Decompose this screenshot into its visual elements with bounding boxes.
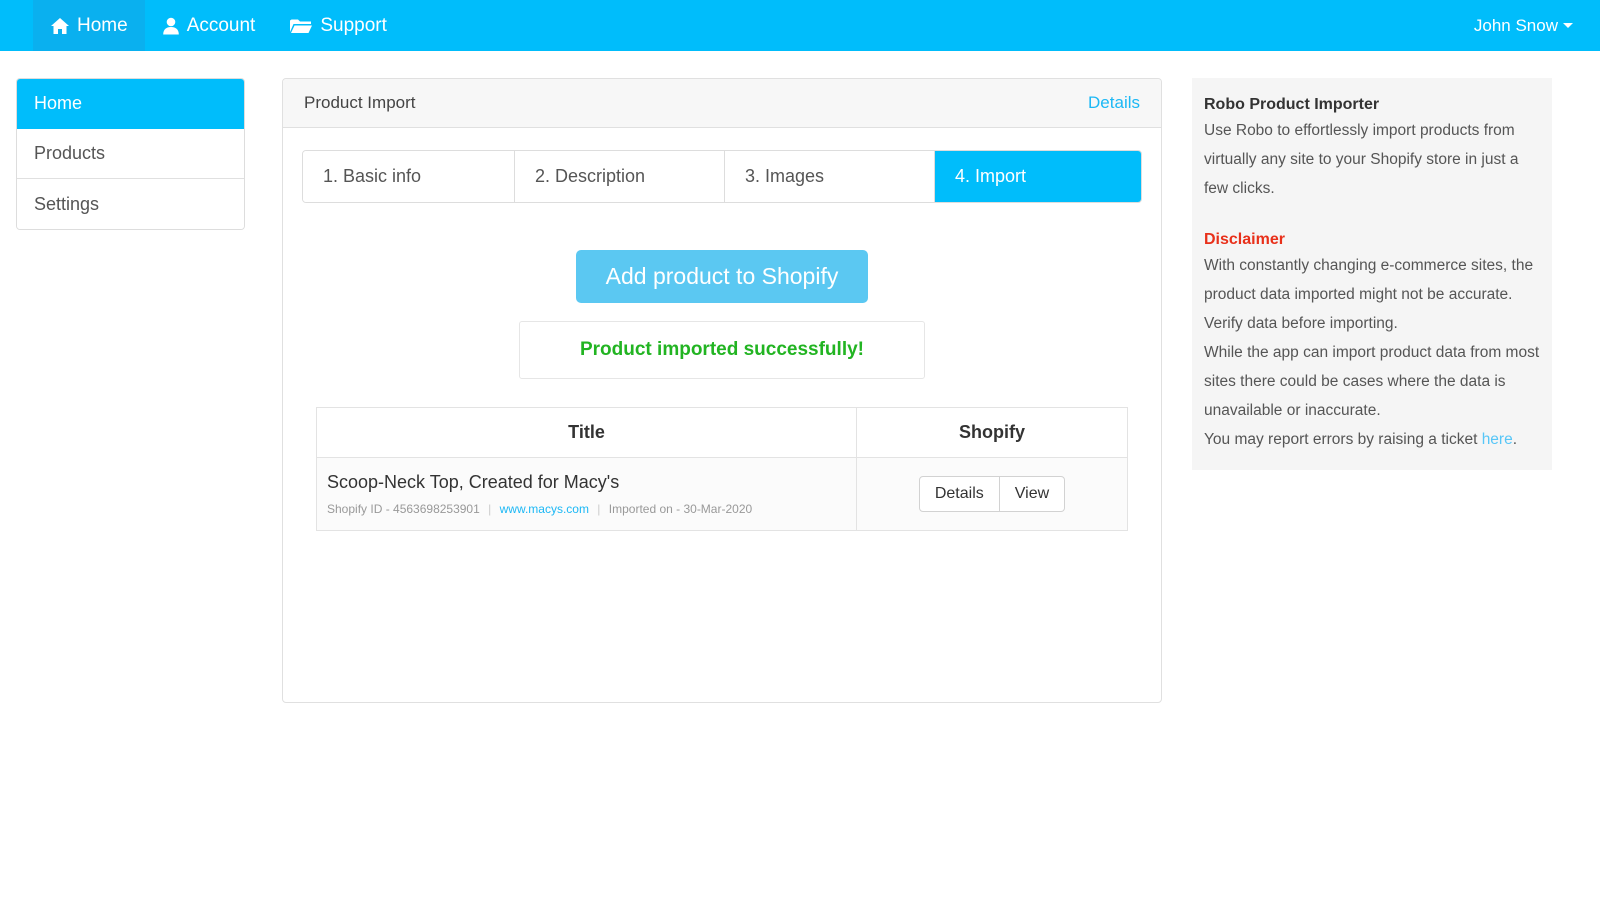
column-header-title: Title <box>316 407 857 458</box>
navbar-menu: Home Account Support <box>33 0 404 51</box>
product-import-card: Product Import Details 1. Basic info 2. … <box>282 78 1162 703</box>
sidebar-item-home-label: Home <box>34 93 83 113</box>
tab-basic-info[interactable]: 1. Basic info <box>303 151 515 202</box>
import-success-message: Product imported successfully! <box>519 321 925 379</box>
sidebar-item-settings[interactable]: Settings <box>17 179 244 229</box>
nav-item-account[interactable]: Account <box>145 0 273 51</box>
disclaimer-paragraph-1: With constantly changing e-commerce site… <box>1204 257 1534 332</box>
page-body: Home Products Settings Product Import De… <box>0 51 1600 900</box>
user-icon <box>162 16 180 36</box>
nav-item-home-label: Home <box>77 14 128 36</box>
disclaimer-paragraph-2: While the app can import product data fr… <box>1204 344 1540 419</box>
product-title-cell: Scoop-Neck Top, Created for Macy's Shopi… <box>316 457 857 531</box>
sidebar-item-products[interactable]: Products <box>17 129 244 179</box>
user-menu[interactable]: John Snow <box>1474 0 1600 51</box>
meta-separator-2: | <box>597 502 601 516</box>
tab-basic-info-label: 1. Basic info <box>323 166 422 186</box>
info-panel-intro: Use Robo to effortlessly import products… <box>1204 122 1519 197</box>
report-errors-line: You may report errors by raising a ticke… <box>1204 425 1540 454</box>
nav-item-support-label: Support <box>320 14 387 36</box>
report-ticket-link[interactable]: here <box>1482 431 1513 448</box>
details-link[interactable]: Details <box>1088 93 1140 113</box>
disclaimer-title: Disclaimer <box>1204 231 1285 248</box>
card-header: Product Import Details <box>283 79 1161 128</box>
source-site-link[interactable]: www.macys.com <box>500 502 589 516</box>
sidebar-item-settings-label: Settings <box>34 193 100 214</box>
sidebar-item-home[interactable]: Home <box>17 79 244 129</box>
imported-on-text: Imported on - 30-Mar-2020 <box>608 502 753 516</box>
tab-import[interactable]: 4. Import <box>935 151 1141 202</box>
product-actions-cell: Details View <box>856 457 1128 531</box>
row-details-button[interactable]: Details <box>918 476 1000 512</box>
tab-images-label: 3. Images <box>745 166 825 186</box>
add-product-to-shopify-button[interactable]: Add product to Shopify <box>575 250 869 303</box>
card-body: 1. Basic info 2. Description 3. Images 4… <box>283 128 1161 531</box>
left-sidebar: Home Products Settings <box>16 78 245 230</box>
row-view-button[interactable]: View <box>999 476 1066 512</box>
table-header-row: Title Shopify <box>316 407 1128 458</box>
top-navbar: Home Account Support John Snow <box>0 0 1600 51</box>
meta-separator-1: | <box>488 502 492 516</box>
results-table-container: Title Shopify Scoop-Neck Top, Created fo… <box>302 407 1142 531</box>
import-step-tabs: 1. Basic info 2. Description 3. Images 4… <box>302 150 1142 203</box>
report-errors-prefix: You may report errors by raising a ticke… <box>1204 431 1482 448</box>
tab-description-label: 2. Description <box>535 166 646 186</box>
imported-products-table: Title Shopify Scoop-Neck Top, Created fo… <box>316 407 1128 531</box>
sidebar-item-products-label: Products <box>34 143 106 163</box>
info-panel-title: Robo Product Importer <box>1204 96 1380 113</box>
column-header-shopify: Shopify <box>856 407 1128 458</box>
alert-container: Product imported successfully! <box>302 321 1142 379</box>
folder-open-icon <box>289 16 313 36</box>
tab-images[interactable]: 3. Images <box>725 151 935 202</box>
cta-container: Add product to Shopify <box>302 250 1142 303</box>
report-errors-suffix: . <box>1512 431 1518 448</box>
user-menu-label: John Snow <box>1473 15 1558 35</box>
info-panel: Robo Product Importer Use Robo to effort… <box>1192 78 1552 470</box>
product-meta: Shopify ID - 4563698253901 | www.macys.c… <box>327 502 846 516</box>
nav-item-support[interactable]: Support <box>272 0 404 51</box>
tab-import-label: 4. Import <box>955 166 1027 186</box>
shopify-id-text: Shopify ID - 4563698253901 <box>327 502 480 516</box>
table-row: Scoop-Neck Top, Created for Macy's Shopi… <box>316 457 1128 531</box>
page-title: Product Import <box>304 93 416 112</box>
row-action-button-group: Details View <box>918 476 1066 512</box>
nav-item-home[interactable]: Home <box>33 0 145 51</box>
caret-down-icon <box>1563 23 1573 28</box>
product-title: Scoop-Neck Top, Created for Macy's <box>327 472 620 492</box>
nav-item-account-label: Account <box>186 14 256 36</box>
home-icon <box>50 16 70 36</box>
tab-description[interactable]: 2. Description <box>515 151 725 202</box>
